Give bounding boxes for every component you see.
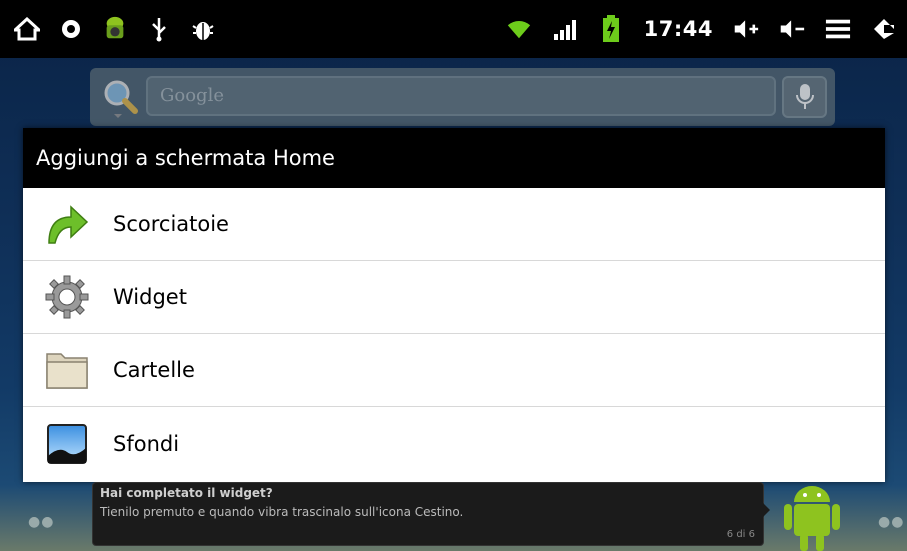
usb-icon [146, 16, 172, 42]
tooltip-count: 6 di 6 [726, 529, 755, 540]
dialog-item-shortcuts[interactable]: Scorciatoie [23, 188, 885, 261]
dialog-item-label: Sfondi [113, 431, 180, 456]
android-icon [102, 16, 128, 42]
menu-icon[interactable] [825, 16, 851, 42]
tooltip-arrow [760, 500, 770, 520]
tooltip-body: Tienilo premuto e quando vibra trascinal… [100, 505, 464, 519]
voice-search-button[interactable] [782, 76, 827, 118]
wallpaper-icon [43, 420, 91, 468]
microphone-icon [795, 84, 814, 109]
dialog-item-label: Cartelle [113, 358, 195, 382]
page-indicator-right-icon[interactable]: ●● [878, 514, 904, 530]
search-input[interactable]: Google [146, 76, 776, 116]
home-icon[interactable] [14, 16, 40, 42]
page-indicator-left-icon[interactable]: ●● [28, 514, 54, 530]
clock: 17:44 [643, 17, 713, 41]
folder-icon [43, 346, 91, 394]
volume-up-icon[interactable] [733, 16, 759, 42]
shortcut-arrow-icon [43, 200, 91, 248]
signal-icon [552, 16, 578, 42]
record-icon [58, 16, 84, 42]
widget-hint-tooltip: Hai completato il widget? Tienilo premut… [92, 482, 764, 546]
debug-icon [190, 16, 216, 42]
wifi-icon [506, 16, 532, 42]
tooltip-title: Hai completato il widget? [100, 486, 273, 500]
dialog-item-label: Widget [113, 285, 187, 309]
dialog-title: Aggiungi a schermata Home [23, 128, 885, 188]
android-robot-icon [784, 486, 840, 551]
dialog-item-folders[interactable]: Cartelle [23, 334, 885, 407]
dialog-item-wallpapers[interactable]: Sfondi [23, 407, 885, 480]
dialog-item-widget[interactable]: Widget [23, 261, 885, 334]
battery-charging-icon [598, 15, 624, 42]
dialog-item-label: Scorciatoie [113, 212, 229, 236]
widget-gear-icon [43, 273, 91, 321]
back-icon[interactable] [871, 16, 897, 42]
search-icon[interactable] [102, 78, 140, 118]
volume-down-icon[interactable] [779, 16, 805, 42]
add-to-home-dialog: Aggiungi a schermata Home Scorciatoie Wi… [23, 128, 885, 482]
google-search-bar: Google [90, 68, 835, 126]
status-bar: 17:44 [0, 0, 907, 58]
